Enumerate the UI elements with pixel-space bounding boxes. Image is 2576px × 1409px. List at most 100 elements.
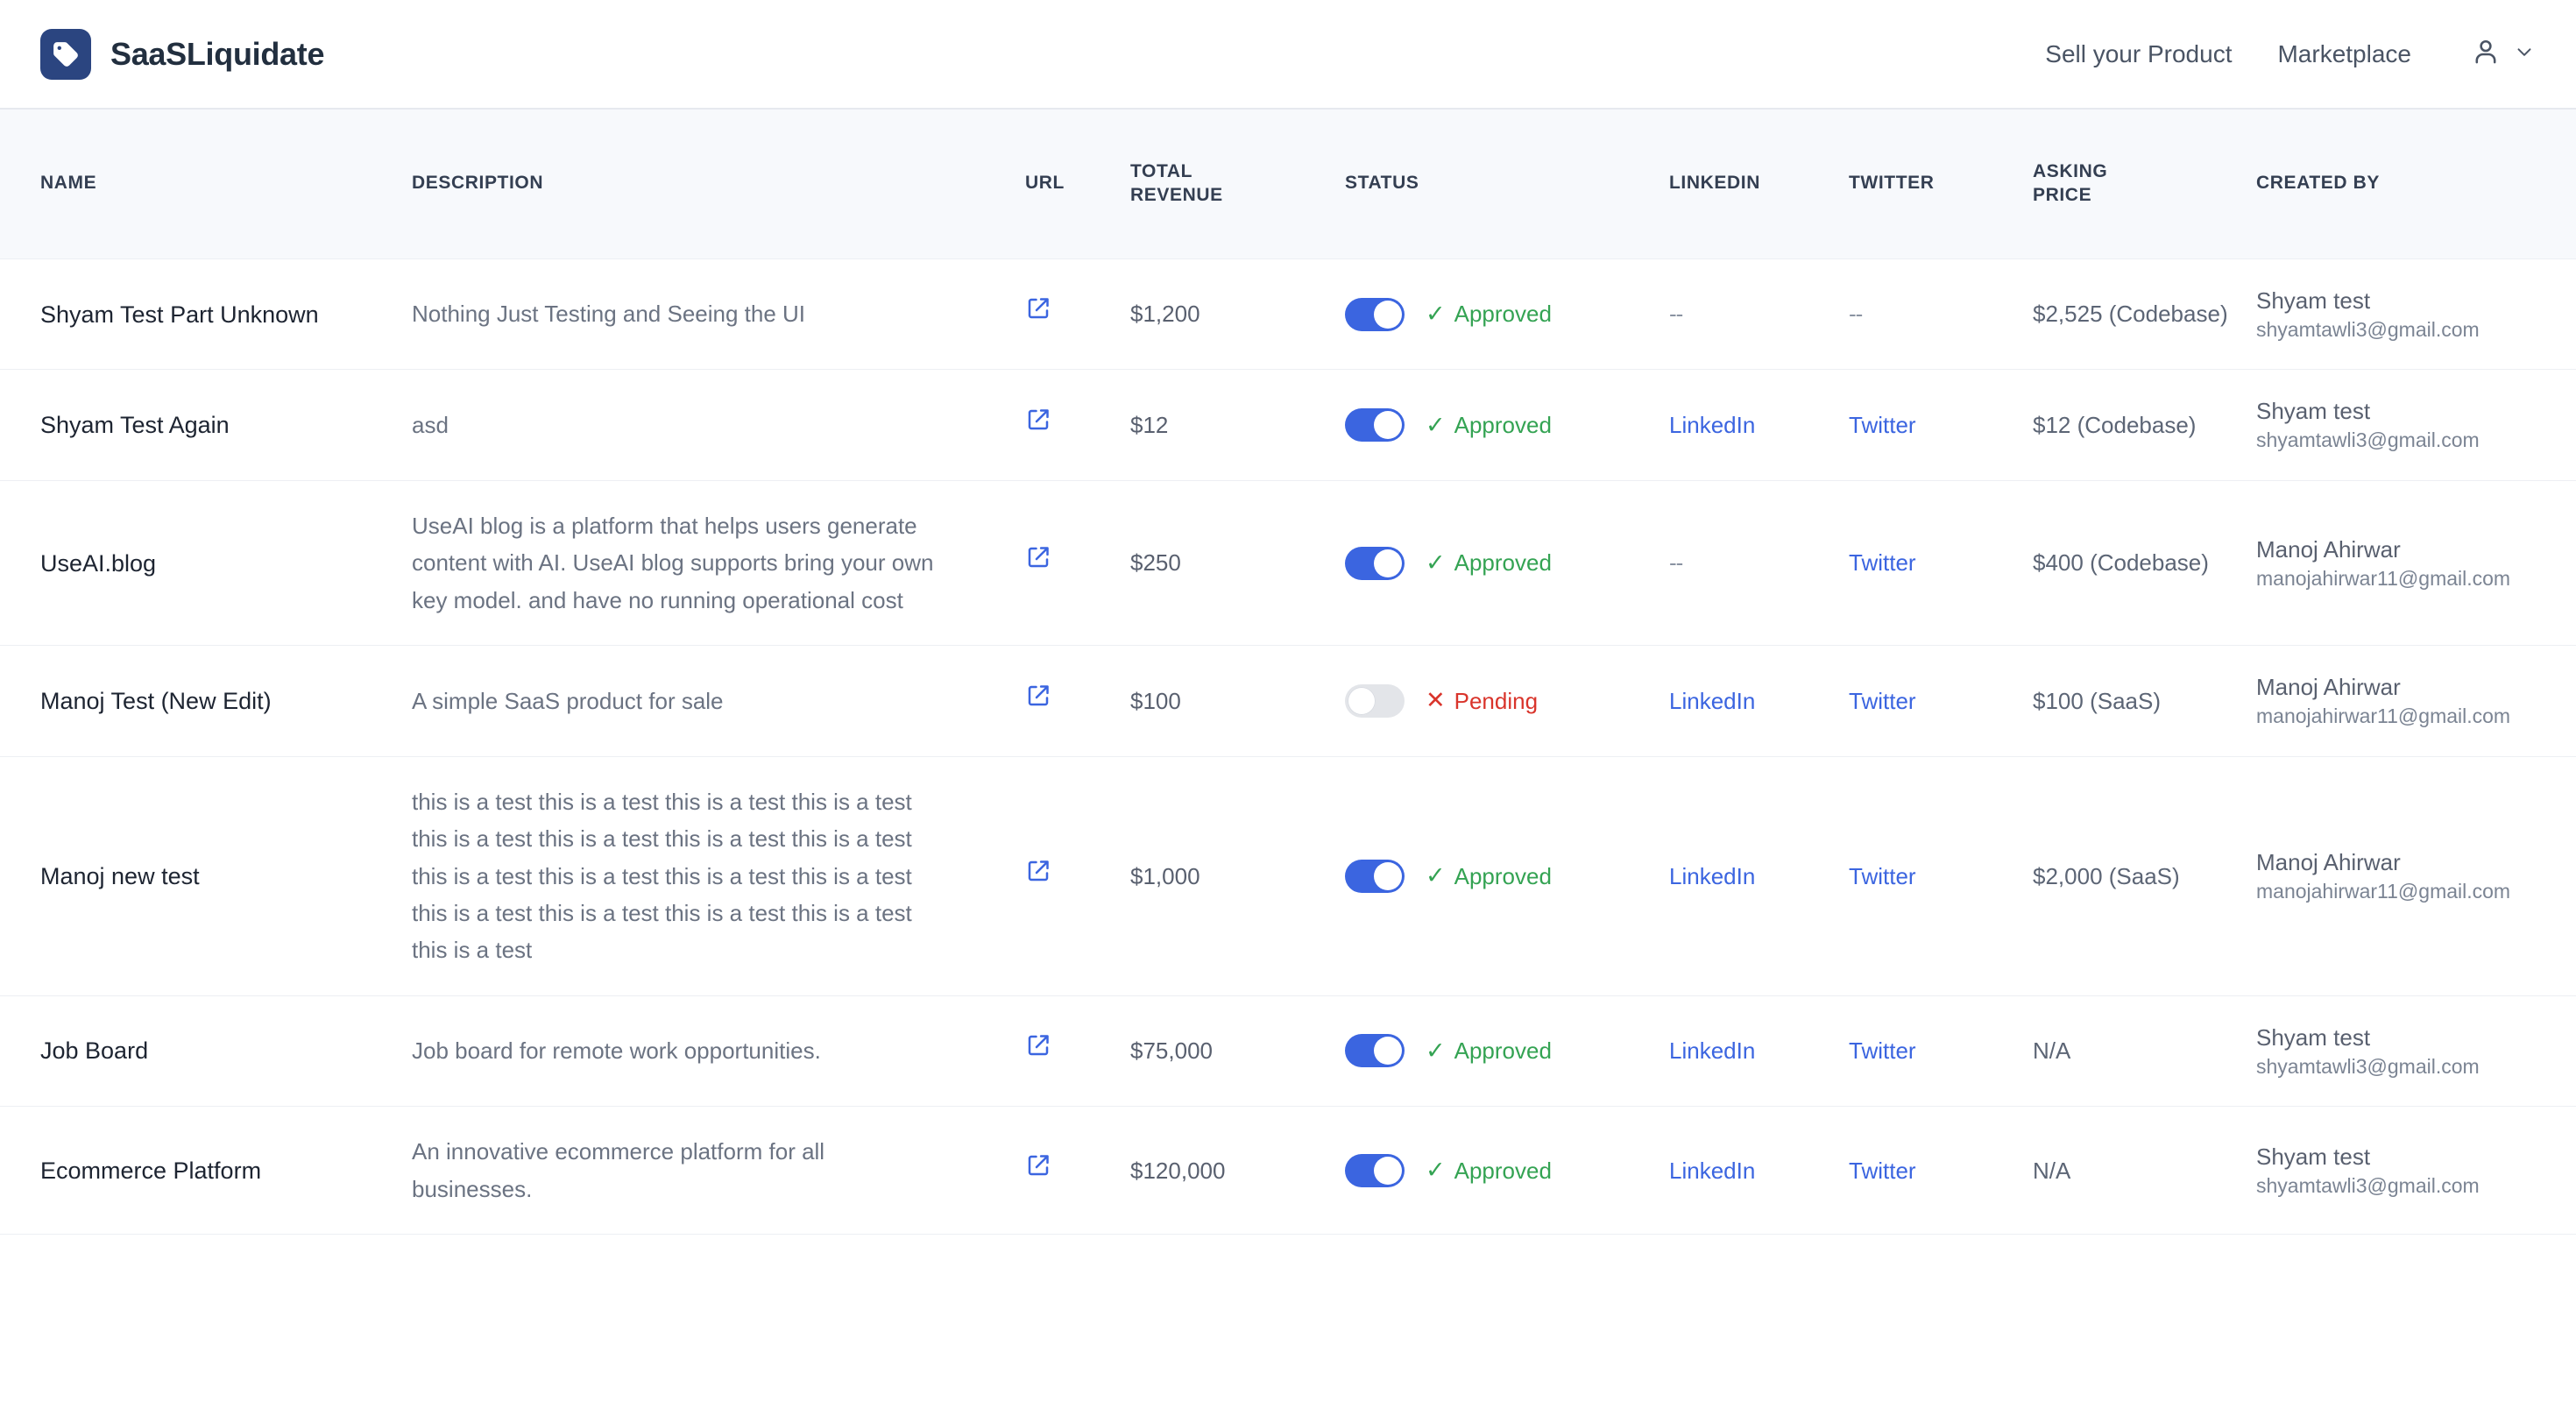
column-header-created-by[interactable]: CREATED BY [2256, 110, 2576, 259]
nav-link-marketplace[interactable]: Marketplace [2277, 40, 2411, 68]
cell-linkedin: LinkedIn [1669, 1106, 1849, 1236]
status-badge: ✓ Approved [1426, 1152, 1552, 1189]
status-toggle[interactable] [1345, 1153, 1405, 1187]
table-row[interactable]: Job Board Job board for remote work oppor… [0, 995, 2576, 1108]
twitter-link[interactable]: Twitter [1849, 1037, 1916, 1064]
status-toggle[interactable] [1345, 683, 1405, 718]
status-toggle[interactable] [1345, 1034, 1405, 1068]
external-link-icon[interactable] [1025, 858, 1051, 884]
creator-name: Shyam test [2256, 398, 2371, 425]
cell-created-by: Manoj Ahirwar manojahirwar11@gmail.com [2256, 756, 2576, 996]
toggle-knob [1374, 1156, 1402, 1185]
empty-value: -- [1849, 301, 1863, 328]
cell-url [1025, 369, 1130, 482]
table-row[interactable]: Shyam Test Again asd $12 ✓ Approved LinkedIn T… [0, 369, 2576, 482]
linkedin-link[interactable]: LinkedIn [1669, 412, 1755, 438]
status-cell: ✕ Pending [1345, 683, 1669, 719]
creator-name: Shyam test [2256, 1143, 2371, 1170]
check-icon: ✓ [1426, 1157, 1446, 1184]
external-link-icon[interactable] [1025, 1152, 1051, 1179]
creator-name: Manoj Ahirwar [2256, 674, 2401, 701]
asking-price-value: $12 (Codebase) [2033, 412, 2197, 439]
status-label-text: Pending [1454, 687, 1539, 714]
table-row[interactable]: Shyam Test Part Unknown Nothing Just Test… [0, 258, 2576, 371]
status-toggle[interactable] [1345, 297, 1405, 331]
table-row[interactable]: Manoj Test (New Edit) A simple SaaS produ… [0, 645, 2576, 757]
status-badge: ✓ Approved [1426, 1032, 1552, 1069]
twitter-link[interactable]: Twitter [1849, 549, 1916, 576]
column-header-url[interactable]: URL [1025, 110, 1130, 259]
cell-status: ✕ Pending [1345, 645, 1669, 757]
cell-url [1025, 995, 1130, 1108]
status-toggle[interactable] [1345, 546, 1405, 580]
external-link-icon[interactable] [1025, 295, 1051, 322]
toggle-knob [1374, 549, 1402, 577]
asking-price-value: $2,000 (SaaS) [2033, 862, 2180, 889]
asking-price-value: N/A [2033, 1157, 2071, 1184]
cell-asking-price: $12 (Codebase) [2033, 369, 2256, 482]
creator-name: Manoj Ahirwar [2256, 535, 2401, 563]
cell-twitter: Twitter [1849, 369, 2033, 482]
column-header-description[interactable]: DESCRIPTION [412, 110, 1025, 259]
status-toggle[interactable] [1345, 408, 1405, 443]
creator-email: manojahirwar11@gmail.com [2256, 566, 2511, 590]
external-link-icon[interactable] [1025, 544, 1051, 570]
table-row[interactable]: Ecommerce Platform An innovative ecommerc… [0, 1106, 2576, 1236]
cell-url [1025, 645, 1130, 757]
column-header-status[interactable]: STATUS [1345, 110, 1669, 259]
twitter-link[interactable]: Twitter [1849, 688, 1916, 714]
toggle-knob [1374, 300, 1402, 329]
column-header-linkedin[interactable]: LINKEDIN [1669, 110, 1849, 259]
status-cell: ✓ Approved [1345, 858, 1669, 895]
cell-name: Manoj Test (New Edit) [0, 645, 412, 757]
table-row[interactable]: Manoj new test this is a test this is a t… [0, 756, 2576, 996]
cell-total-revenue: $75,000 [1130, 995, 1345, 1108]
cell-linkedin: LinkedIn [1669, 369, 1849, 482]
account-menu[interactable] [2471, 37, 2536, 71]
twitter-link[interactable]: Twitter [1849, 1158, 1916, 1184]
table-row[interactable]: UseAI.blog UseAI blog is a platform that … [0, 480, 2576, 647]
twitter-link[interactable]: Twitter [1849, 412, 1916, 438]
status-toggle[interactable] [1345, 859, 1405, 893]
twitter-link[interactable]: Twitter [1849, 863, 1916, 889]
status-badge: ✓ Approved [1426, 295, 1552, 332]
status-label-text: Approved [1454, 862, 1552, 889]
cell-total-revenue: $250 [1130, 480, 1345, 647]
cell-name: Ecommerce Platform [0, 1106, 412, 1236]
cell-description: asd [412, 369, 1025, 482]
linkedin-link[interactable]: LinkedIn [1669, 1037, 1755, 1064]
table-body: Shyam Test Part Unknown Nothing Just Test… [0, 258, 2576, 1236]
column-header-name[interactable]: NAME [0, 110, 412, 259]
cell-created-by: Shyam test shyamtawli3@gmail.com [2256, 258, 2576, 371]
cell-url [1025, 756, 1130, 996]
external-link-icon[interactable] [1025, 407, 1051, 433]
nav-link-sell-your-product[interactable]: Sell your Product [2045, 40, 2232, 68]
column-header-twitter[interactable]: TWITTER [1849, 110, 2033, 259]
cell-asking-price: N/A [2033, 1106, 2256, 1236]
column-header-asking-price[interactable]: ASKING PRICE [2033, 110, 2256, 259]
linkedin-link[interactable]: LinkedIn [1669, 1158, 1755, 1184]
cell-total-revenue: $12 [1130, 369, 1345, 482]
brand-logo[interactable]: SaaSLiquidate [40, 28, 325, 80]
external-link-icon[interactable] [1025, 1032, 1051, 1059]
cell-name: Shyam Test Again [0, 369, 412, 482]
brand-name: SaaSLiquidate [110, 35, 325, 72]
cell-created-by: Manoj Ahirwar manojahirwar11@gmail.com [2256, 645, 2576, 757]
external-link-icon[interactable] [1025, 683, 1051, 709]
linkedin-link[interactable]: LinkedIn [1669, 863, 1755, 889]
column-header-total-revenue[interactable]: TOTAL REVENUE [1130, 110, 1345, 259]
chevron-down-icon [2513, 40, 2536, 67]
status-label-text: Approved [1454, 1037, 1552, 1065]
cell-linkedin: LinkedIn [1669, 645, 1849, 757]
table-header-row: NAME DESCRIPTION URL TOTAL REVENUE STATUS… [0, 110, 2576, 259]
status-cell: ✓ Approved [1345, 295, 1669, 332]
cell-linkedin: LinkedIn [1669, 756, 1849, 996]
cell-description: UseAI blog is a platform that helps user… [412, 480, 1025, 647]
cell-asking-price: N/A [2033, 995, 2256, 1108]
cross-icon: ✕ [1426, 687, 1446, 714]
linkedin-link[interactable]: LinkedIn [1669, 688, 1755, 714]
status-cell: ✓ Approved [1345, 1152, 1669, 1189]
status-badge: ✓ Approved [1426, 544, 1552, 581]
cell-status: ✓ Approved [1345, 995, 1669, 1108]
products-table-container: NAME DESCRIPTION URL TOTAL REVENUE STATUS… [0, 110, 2576, 1236]
